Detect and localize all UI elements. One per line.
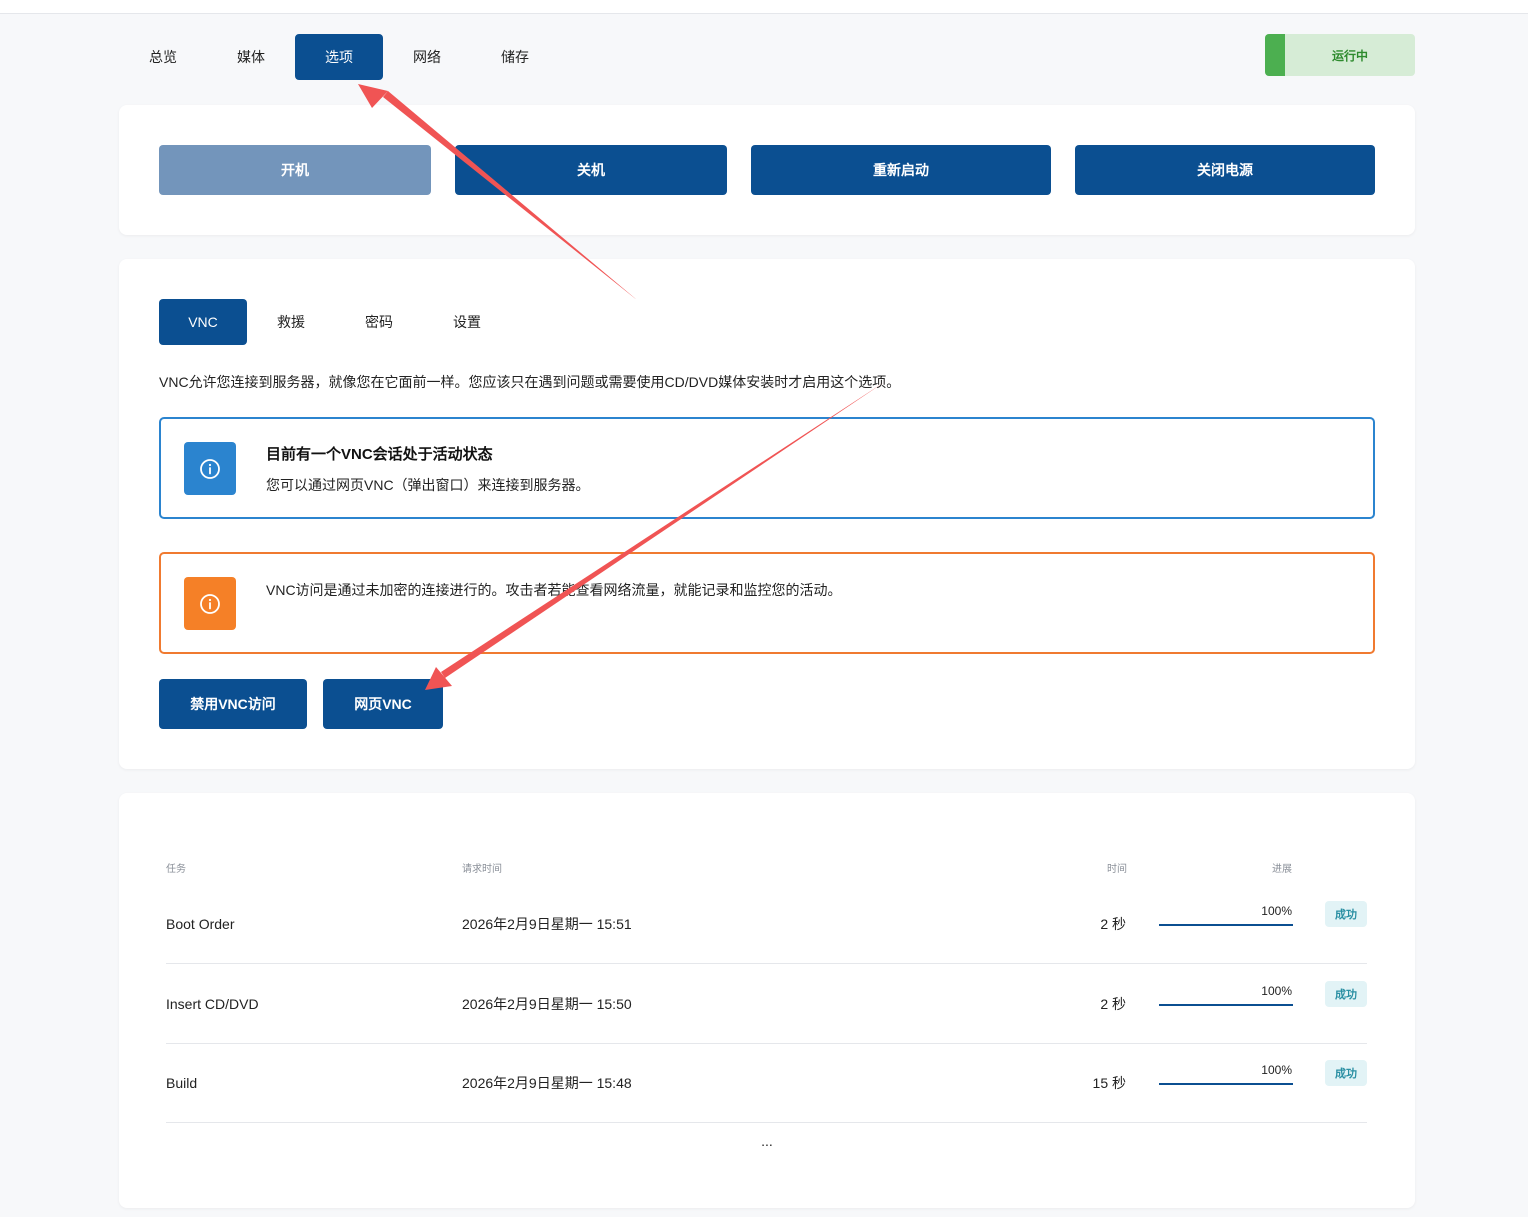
power-off-button[interactable]: 关闭电源 xyxy=(1075,145,1375,195)
subtab-rescue[interactable]: 救援 xyxy=(247,299,335,345)
main-tabs: 总览 媒体 选项 网络 储存 xyxy=(119,34,559,80)
task-progress-fill xyxy=(1159,924,1293,926)
status-badge: 成功 xyxy=(1325,981,1367,1007)
task-progress-fill xyxy=(1159,1083,1293,1085)
header-requested: 请求时间 xyxy=(462,864,502,875)
task-progress-label: 100% xyxy=(1261,1063,1292,1077)
subtab-settings[interactable]: 设置 xyxy=(423,299,511,345)
sub-tabs: VNC 救援 密码 设置 xyxy=(159,299,511,345)
tab-storage[interactable]: 储存 xyxy=(471,34,559,80)
warning-icon xyxy=(184,577,236,630)
task-progress-bar xyxy=(1159,924,1293,926)
task-progress-bar xyxy=(1159,1083,1293,1085)
task-duration: 2 秒 xyxy=(1100,995,1126,1012)
shutdown-button[interactable]: 关机 xyxy=(455,145,727,195)
tab-options[interactable]: 选项 xyxy=(295,34,383,80)
table-row: Boot Order 2026年2月9日星期一 15:51 2 秒 100% 成… xyxy=(166,884,1367,964)
status-indicator xyxy=(1265,34,1285,76)
task-name: Boot Order xyxy=(166,915,235,932)
vnc-active-body: 您可以通过网页VNC（弹出窗口）来连接到服务器。 xyxy=(266,477,590,493)
top-bar xyxy=(0,0,1528,14)
status-badge: 成功 xyxy=(1325,901,1367,927)
task-progress-label: 100% xyxy=(1261,984,1292,998)
vnc-warning-body: VNC访问是通过未加密的连接进行的。攻击者若能查看网络流量，就能记录和监控您的活… xyxy=(266,582,842,598)
start-button[interactable]: 开机 xyxy=(159,145,431,195)
vnc-warning-alert: VNC访问是通过未加密的连接进行的。攻击者若能查看网络流量，就能记录和监控您的活… xyxy=(159,552,1375,654)
disable-vnc-button[interactable]: 禁用VNC访问 xyxy=(159,679,307,729)
task-progress-fill xyxy=(1159,1004,1293,1006)
task-progress-bar xyxy=(1159,1004,1293,1006)
tab-network[interactable]: 网络 xyxy=(383,34,471,80)
header-task: 任务 xyxy=(166,864,186,875)
vnc-active-alert: 目前有一个VNC会话处于活动状态 您可以通过网页VNC（弹出窗口）来连接到服务器… xyxy=(159,417,1375,519)
header-time: 时间 xyxy=(1107,864,1127,875)
task-requested: 2026年2月9日星期一 15:48 xyxy=(462,1074,632,1091)
tab-media[interactable]: 媒体 xyxy=(207,34,295,80)
tasks-card: 任务 请求时间 时间 进展 Boot Order 2026年2月9日星期一 15… xyxy=(119,793,1415,1208)
more-tasks[interactable]: ... xyxy=(119,1133,1415,1149)
task-duration: 15 秒 xyxy=(1092,1074,1126,1091)
task-name: Insert CD/DVD xyxy=(166,995,259,1012)
reboot-button[interactable]: 重新启动 xyxy=(751,145,1051,195)
vnc-active-title: 目前有一个VNC会话处于活动状态 xyxy=(266,446,493,463)
task-duration: 2 秒 xyxy=(1100,915,1126,932)
status-badge: 成功 xyxy=(1325,1060,1367,1086)
power-controls-card: 开机 关机 重新启动 关闭电源 xyxy=(119,105,1415,235)
info-icon xyxy=(184,442,236,495)
table-row: Insert CD/DVD 2026年2月9日星期一 15:50 2 秒 100… xyxy=(166,964,1367,1044)
subtab-vnc[interactable]: VNC xyxy=(159,299,247,345)
tab-overview[interactable]: 总览 xyxy=(119,34,207,80)
status-badge: 运行中 xyxy=(1265,34,1415,76)
web-vnc-button[interactable]: 网页VNC xyxy=(323,679,443,729)
task-progress-label: 100% xyxy=(1261,904,1292,918)
vnc-description: VNC允许您连接到服务器，就像您在它面前一样。您应该只在遇到问题或需要使用CD/… xyxy=(159,374,901,390)
table-row: Build 2026年2月9日星期一 15:48 15 秒 100% 成功 xyxy=(166,1043,1367,1123)
vnc-card: VNC 救援 密码 设置 VNC允许您连接到服务器，就像您在它面前一样。您应该只… xyxy=(119,259,1415,769)
task-requested: 2026年2月9日星期一 15:51 xyxy=(462,915,632,932)
subtab-password[interactable]: 密码 xyxy=(335,299,423,345)
header-progress: 进展 xyxy=(1272,864,1292,875)
status-text: 运行中 xyxy=(1331,48,1368,63)
task-name: Build xyxy=(166,1074,198,1091)
task-requested: 2026年2月9日星期一 15:50 xyxy=(462,995,632,1012)
